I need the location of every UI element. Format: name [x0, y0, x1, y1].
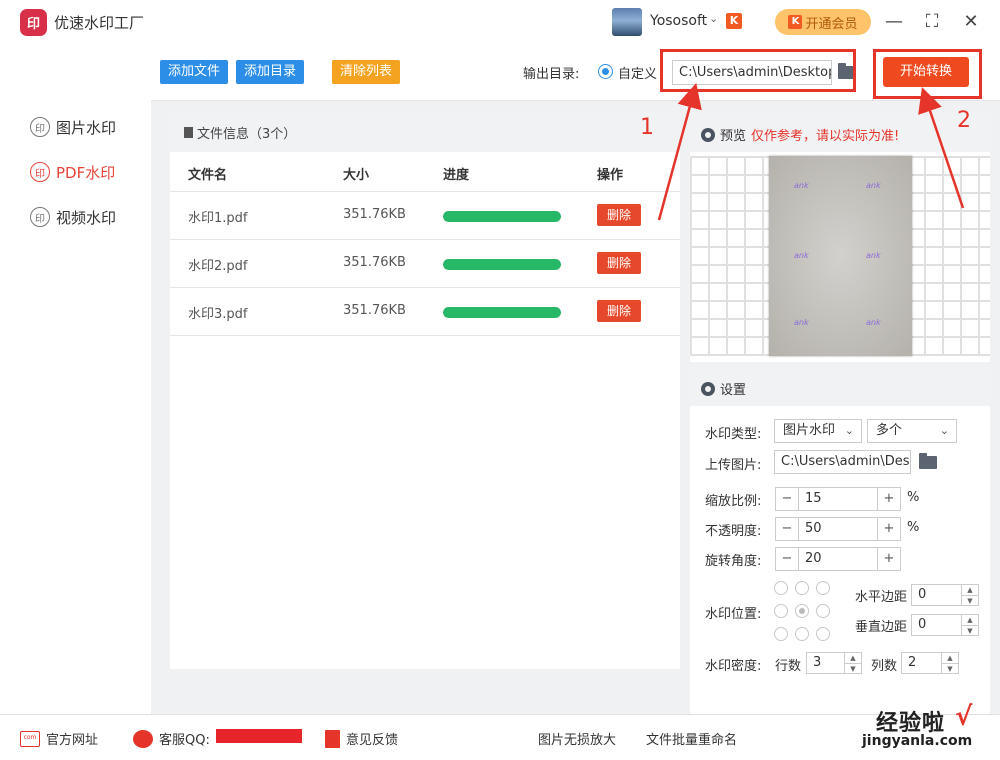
- website-link[interactable]: com 官方网址: [20, 729, 98, 748]
- annotation-number-1: 1: [640, 115, 654, 140]
- website-icon: com: [20, 730, 40, 747]
- rename-link[interactable]: 文件批量重命名: [646, 729, 737, 748]
- watermark-url: jingyanla.com: [862, 733, 973, 749]
- annotation-number-2: 2: [957, 108, 971, 133]
- support-qq-link[interactable]: 客服QQ:: [133, 729, 210, 748]
- redacted-qq: [216, 729, 302, 743]
- upscale-link[interactable]: 图片无损放大: [538, 729, 616, 748]
- support-label: 客服QQ:: [159, 733, 210, 748]
- feedback-link[interactable]: 意见反馈: [325, 729, 398, 748]
- website-label: 官方网址: [46, 733, 99, 748]
- annotation-arrow-1: [657, 82, 702, 221]
- feedback-label: 意见反馈: [346, 733, 399, 748]
- check-icon: √: [955, 702, 973, 732]
- feedback-icon: [325, 729, 340, 748]
- annotation-arrows: [657, 82, 965, 221]
- support-icon: [133, 729, 153, 748]
